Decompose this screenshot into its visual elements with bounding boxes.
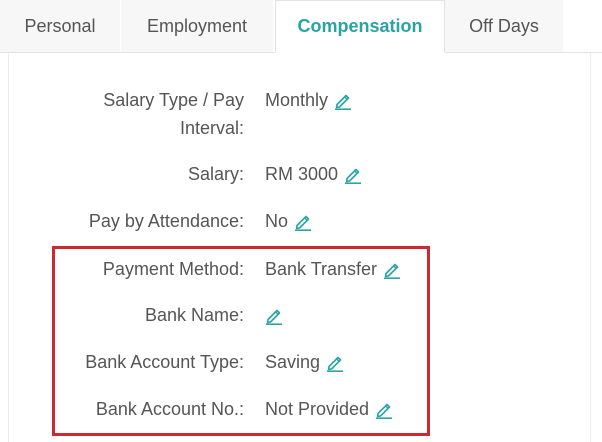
field-value: Saving	[265, 351, 321, 372]
pencil-edit-icon[interactable]	[326, 352, 344, 372]
field-label: Bank Account Type:	[85, 352, 244, 372]
pencil-edit-icon[interactable]	[375, 399, 393, 419]
field-value: No	[265, 210, 289, 231]
field-label: Bank Account No.:	[95, 399, 244, 419]
pencil-edit-icon[interactable]	[344, 164, 362, 184]
field-label-line1: Salary Type / Pay	[103, 90, 244, 110]
tab-off-days[interactable]: Off Days	[445, 0, 563, 52]
tab-employment[interactable]: Employment	[121, 0, 273, 52]
field-value-group	[265, 301, 283, 329]
tab-bar: Personal Employment Compensation Off Day…	[0, 0, 602, 53]
field-label: Payment Method:	[102, 259, 244, 279]
field-label-line2: Interval:	[179, 118, 244, 138]
tab-compensation[interactable]: Compensation	[275, 0, 445, 53]
field-label: Salary:	[187, 164, 244, 184]
panel-border-left	[8, 53, 9, 442]
field-value: RM 3000	[265, 163, 339, 184]
pencil-edit-icon[interactable]	[294, 211, 312, 231]
field-value: Bank Transfer	[265, 258, 378, 279]
field-value-group: Saving	[265, 348, 344, 376]
field-value-group: Monthly	[265, 86, 352, 114]
pencil-edit-icon[interactable]	[334, 90, 352, 110]
pencil-edit-icon[interactable]	[265, 305, 283, 325]
field-value: Monthly	[265, 89, 329, 110]
field-label: Pay by Attendance:	[88, 211, 244, 231]
field-value-group: Not Provided	[265, 395, 393, 423]
field-label: Bank Name:	[144, 305, 244, 325]
pencil-edit-icon[interactable]	[383, 259, 401, 279]
field-value-group: RM 3000	[265, 160, 362, 188]
field-label: Salary Type / Pay Interval:	[24, 86, 244, 142]
tab-personal[interactable]: Personal	[0, 0, 120, 52]
field-value-group: No	[265, 207, 312, 235]
panel-border-right	[590, 53, 591, 442]
field-value-group: Bank Transfer	[265, 255, 401, 283]
field-value: Not Provided	[265, 398, 370, 419]
